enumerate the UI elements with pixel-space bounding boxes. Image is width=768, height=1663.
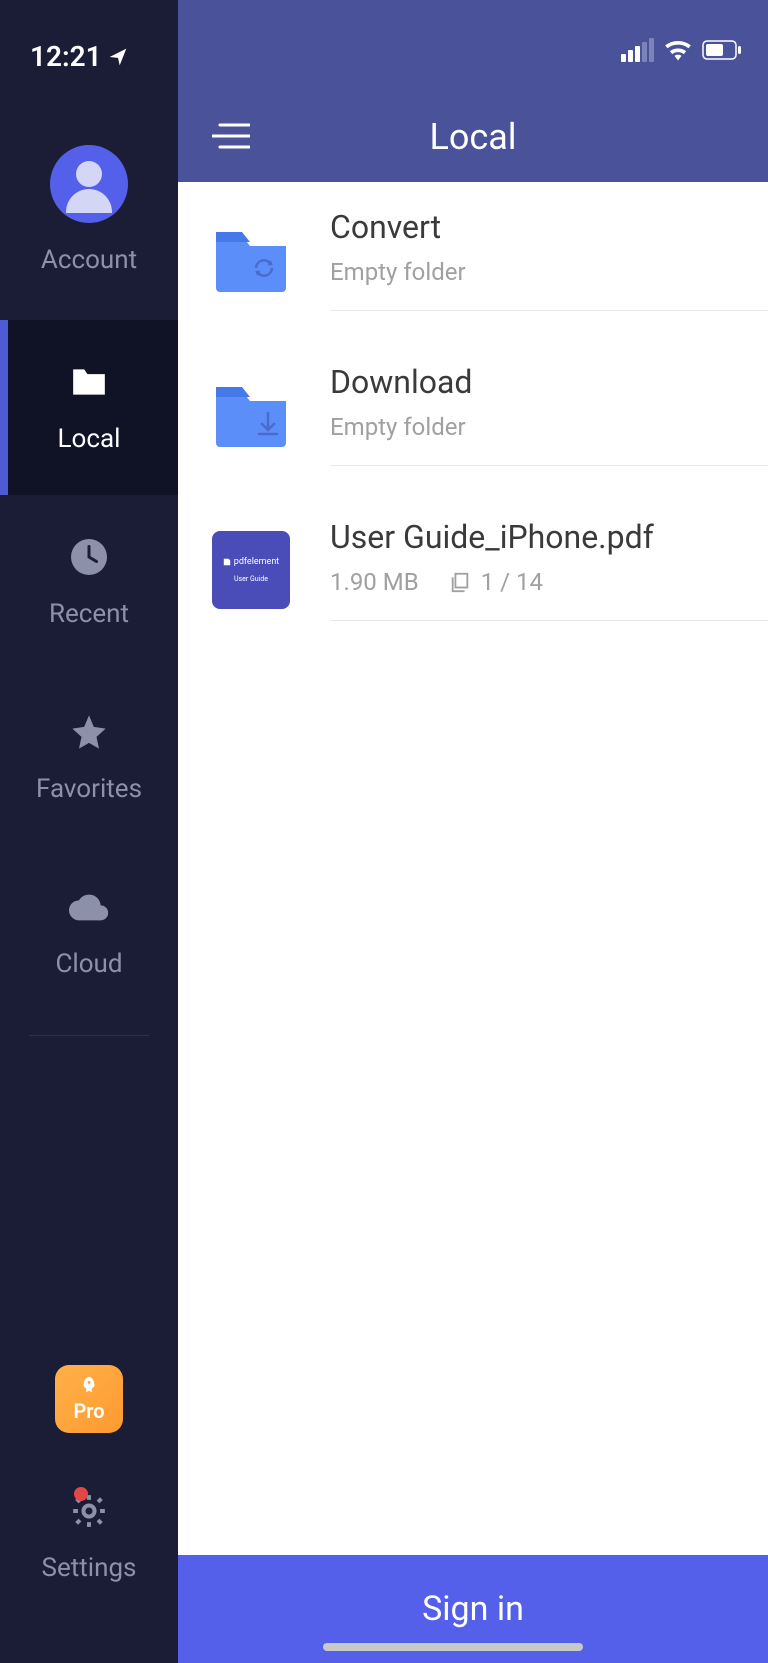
page-count-text: 1 / 14 — [481, 568, 543, 596]
folder-row-convert[interactable]: Convert Empty folder — [178, 182, 768, 337]
settings-label: Settings — [42, 1553, 137, 1583]
cloud-icon — [69, 887, 109, 927]
folder-sync-icon — [212, 226, 290, 294]
sidebar-item-settings[interactable]: Settings — [42, 1491, 137, 1583]
main-content: Local Convert Empty folder Download Empt… — [178, 0, 768, 1663]
menu-button[interactable] — [212, 122, 250, 154]
hamburger-icon — [212, 122, 250, 150]
divider — [29, 1035, 149, 1036]
clock-text: 12:21 — [30, 40, 102, 73]
thumb-subtitle: User Guide — [234, 575, 268, 583]
header: Local — [178, 0, 768, 182]
pages-icon — [449, 571, 471, 593]
sidebar-item-recent[interactable]: Recent — [0, 495, 178, 670]
sidebar-item-label: Local — [58, 424, 121, 454]
file-name: Convert — [330, 208, 768, 246]
star-icon — [69, 712, 109, 752]
file-row-userguide[interactable]: pdfelement User Guide User Guide_iPhone.… — [178, 492, 768, 647]
signal-icon — [621, 38, 654, 62]
battery-icon — [702, 40, 742, 60]
file-size: 1.90 MB — [330, 568, 419, 596]
page-count: 1 / 14 — [449, 568, 543, 596]
sign-in-label: Sign in — [422, 1589, 524, 1629]
file-name: Download — [330, 363, 768, 401]
sidebar-item-favorites[interactable]: Favorites — [0, 670, 178, 845]
folder-icon — [69, 362, 109, 402]
page-title: Local — [429, 116, 516, 158]
folder-row-download[interactable]: Download Empty folder — [178, 337, 768, 492]
sidebar-item-local[interactable]: Local — [0, 320, 178, 495]
sidebar-item-label: Recent — [49, 599, 129, 629]
account-label: Account — [41, 245, 137, 275]
upgrade-label: Pro — [73, 1399, 104, 1423]
clock-icon — [69, 537, 109, 577]
file-list: Convert Empty folder Download Empty fold… — [178, 182, 768, 1555]
file-meta: Empty folder — [330, 413, 768, 441]
folder-download-icon — [212, 381, 290, 449]
file-name: User Guide_iPhone.pdf — [330, 518, 768, 556]
statusbar-time: 12:21 — [30, 40, 128, 73]
pdf-thumbnail-icon: pdfelement User Guide — [212, 531, 290, 609]
upgrade-pro-button[interactable]: Pro — [55, 1365, 123, 1433]
sidebar-item-cloud[interactable]: Cloud — [0, 845, 178, 1020]
thumb-title: pdfelement — [234, 557, 279, 567]
sidebar-nav: Local Recent Favorites Cloud — [0, 320, 178, 1051]
rocket-icon — [78, 1375, 100, 1397]
avatar-icon — [50, 145, 128, 223]
wifi-icon — [664, 39, 692, 61]
statusbar-right — [621, 38, 742, 62]
sidebar-item-label: Favorites — [36, 774, 142, 804]
location-arrow-icon — [108, 47, 128, 67]
sidebar-item-label: Cloud — [55, 949, 122, 979]
sidebar: 12:21 Account Local Recent Favorites — [0, 0, 178, 1663]
sidebar-account[interactable]: Account — [0, 145, 178, 275]
file-meta: Empty folder — [330, 258, 768, 286]
home-indicator[interactable] — [323, 1643, 583, 1651]
